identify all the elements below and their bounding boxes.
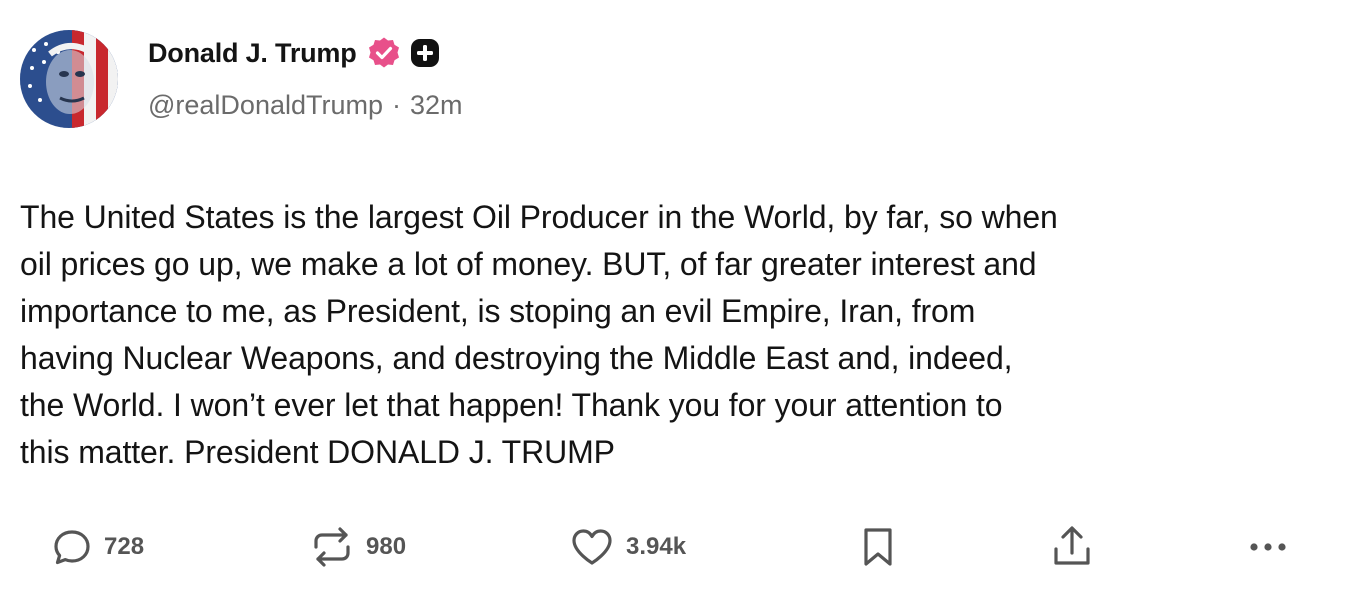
repost-arrows-icon [314, 527, 350, 567]
verified-badge-icon [367, 36, 401, 70]
reply-count: 728 [104, 533, 145, 560]
author-avatar[interactable] [20, 30, 118, 128]
bookmark-icon [864, 528, 892, 566]
author-meta-row: @realDonaldTrump · 32m [148, 90, 463, 121]
like-button[interactable]: 3.94k [568, 522, 686, 572]
reply-bubble-icon [54, 530, 90, 565]
share-button[interactable] [1048, 522, 1096, 572]
like-count: 3.94k [626, 533, 687, 560]
author-display-name[interactable]: Donald J. Trump [148, 38, 357, 69]
author-handle[interactable]: @realDonaldTrump [148, 90, 383, 121]
more-dots-icon [1250, 543, 1286, 551]
bookmark-button[interactable] [856, 522, 900, 572]
flag-portrait-icon [20, 30, 118, 128]
reply-button[interactable]: 728 [50, 522, 144, 572]
repost-count: 980 [366, 533, 407, 560]
plus-badge-icon [409, 37, 441, 69]
more-options-button[interactable] [1244, 522, 1292, 572]
action-bar: 728 980 3.94k [0, 522, 1360, 572]
repost-button[interactable]: 980 [308, 522, 406, 572]
meta-separator: · [392, 90, 401, 120]
post-card: Donald J. Trump @realDonaldTrump · 32m T… [0, 0, 1360, 598]
post-body-text: The United States is the largest Oil Pro… [20, 199, 1058, 470]
author-name-row: Donald J. Trump [148, 34, 441, 72]
post-timestamp[interactable]: 32m [410, 90, 463, 121]
heart-icon [572, 529, 612, 565]
share-upload-icon [1054, 526, 1090, 565]
